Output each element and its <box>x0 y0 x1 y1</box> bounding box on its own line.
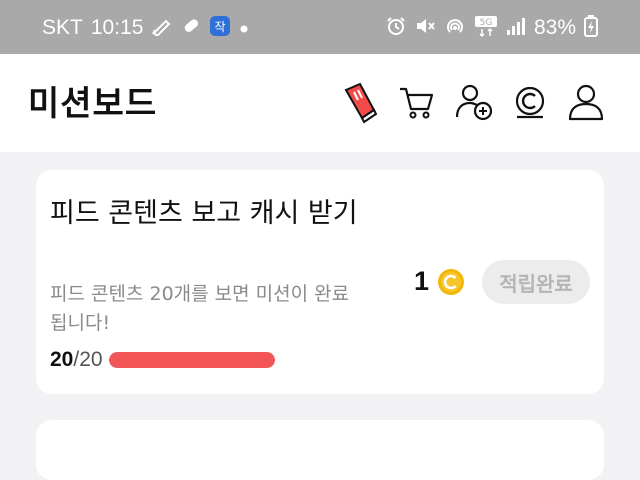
svg-text:작: 작 <box>215 20 226 34</box>
battery-percent: 83% <box>533 16 576 39</box>
sneaker-icon[interactable] <box>338 80 382 124</box>
mute-icon <box>414 16 436 40</box>
reward-amount: 1 <box>414 266 430 296</box>
add-friend-icon[interactable] <box>452 80 496 124</box>
status-bar-left: SKT 10:15 작 <box>42 16 249 40</box>
app-header: 미션보드 <box>0 54 640 152</box>
app-badge-icon: 작 <box>209 15 231 41</box>
mission-progress: 20 /20 <box>50 348 275 372</box>
coin-icon <box>437 268 465 296</box>
profile-icon[interactable] <box>564 80 608 124</box>
mission-title: 피드 콘텐츠 보고 캐시 받기 <box>50 198 358 229</box>
status-bar: SKT 10:15 작 5G 83% <box>0 0 640 54</box>
signal-icon <box>506 16 526 40</box>
pencil-icon <box>151 16 173 40</box>
hotspot-icon <box>444 16 466 40</box>
dot-icon <box>239 19 249 38</box>
progress-bar-fill <box>108 352 275 368</box>
mission-reward: 1 <box>414 266 465 297</box>
pill-icon <box>181 16 201 40</box>
progress-current: 20 <box>50 348 74 371</box>
mission-description: 피드 콘텐츠 20개를 보면 미션이 완료됩니다! <box>50 283 350 334</box>
coin-history-icon[interactable] <box>508 80 552 124</box>
cart-icon[interactable] <box>394 80 438 124</box>
svg-text:5G: 5G <box>480 18 493 28</box>
battery-charging-icon <box>584 15 598 41</box>
status-bar-right: 5G 83% <box>386 15 598 41</box>
clock: 10:15 <box>90 16 144 39</box>
carrier-label: SKT <box>42 16 83 39</box>
progress-bar <box>108 352 275 368</box>
alarm-icon <box>386 16 406 40</box>
mission-card[interactable]: 피드 콘텐츠 보고 캐시 받기 피드 콘텐츠 20개를 보면 미션이 완료됩니다… <box>36 170 604 394</box>
mission-card[interactable] <box>36 420 604 480</box>
mission-status-button[interactable]: 적립완료 <box>482 260 590 304</box>
network-5g-icon: 5G <box>474 15 498 41</box>
progress-total: /20 <box>73 348 103 371</box>
page-title: 미션보드 <box>28 84 158 124</box>
